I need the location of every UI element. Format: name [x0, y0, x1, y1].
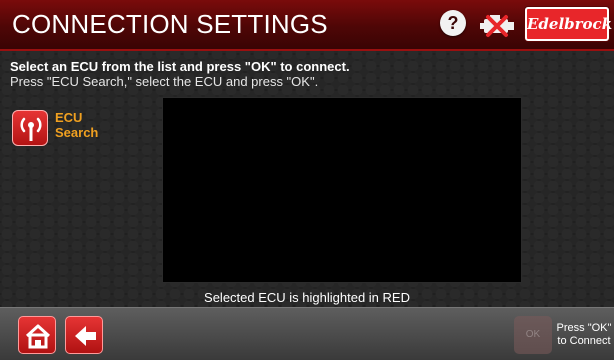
home-button[interactable] — [18, 316, 56, 354]
selection-hint: Selected ECU is highlighted in RED — [204, 290, 410, 305]
help-icon: ? — [447, 13, 459, 33]
home-icon — [25, 324, 51, 349]
ok-label: Press "OK" to Connect — [556, 322, 612, 348]
edelbrock-logo: Edelbrock — [525, 7, 613, 41]
page-title: CONNECTION SETTINGS — [12, 9, 328, 39]
ok-label-line-1: Press "OK" — [556, 322, 612, 334]
engine-disconnected-icon — [480, 15, 514, 37]
instruction-line-2: Press "ECU Search," select the ECU and p… — [10, 74, 319, 89]
back-button[interactable] — [65, 316, 103, 354]
help-button[interactable]: ? — [440, 10, 466, 36]
ecu-search-label-line-2: Search — [55, 125, 99, 140]
engine-status-button[interactable] — [478, 9, 518, 39]
header-bar: CONNECTION SETTINGS ? Edelbrock — [0, 0, 614, 51]
ecu-search-button[interactable] — [12, 110, 48, 146]
instruction-line-1: Select an ECU from the list and press "O… — [10, 59, 350, 74]
footer-bar: OK Press "OK" to Connect — [0, 307, 614, 360]
ok-label-line-2: to Connect — [557, 335, 611, 347]
ok-button[interactable]: OK — [514, 316, 552, 354]
ecu-search-label[interactable]: ECU Search — [55, 110, 115, 140]
ecu-list[interactable] — [162, 97, 522, 283]
ecu-search-label-line-1: ECU — [55, 110, 83, 125]
ok-button-text: OK — [525, 329, 541, 340]
back-arrow-icon — [75, 326, 96, 346]
antenna-icon — [20, 117, 42, 141]
brand-logo-text: Edelbrock — [527, 15, 613, 33]
